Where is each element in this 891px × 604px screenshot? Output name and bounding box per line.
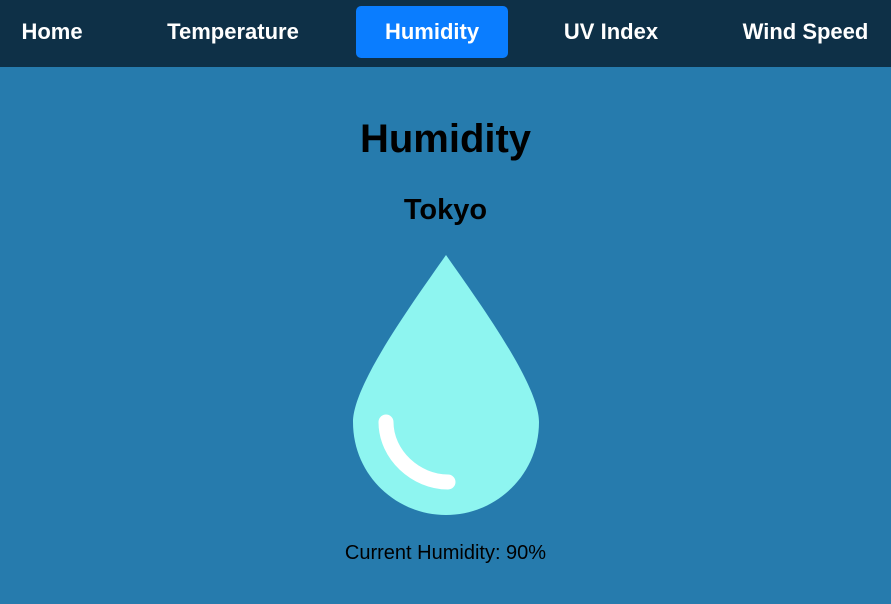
nav-item-wind-speed[interactable]: Wind Speed [720,6,891,58]
city-name: Tokyo [403,194,488,226]
nav-item-humidity[interactable]: Humidity [356,6,508,58]
nav-item-temperature[interactable]: Temperature [138,6,328,58]
nav-item-uv-index[interactable]: UV Index [535,6,687,58]
water-drop-graphic [353,255,539,515]
current-humidity-reading: Current Humidity: 90% [344,542,547,564]
nav-item-home[interactable]: Home [0,6,104,58]
page-title: Humidity [359,117,532,161]
water-drop-icon [346,250,546,520]
top-navigation-bar: Home Temperature Humidity UV Index Wind … [0,0,891,67]
